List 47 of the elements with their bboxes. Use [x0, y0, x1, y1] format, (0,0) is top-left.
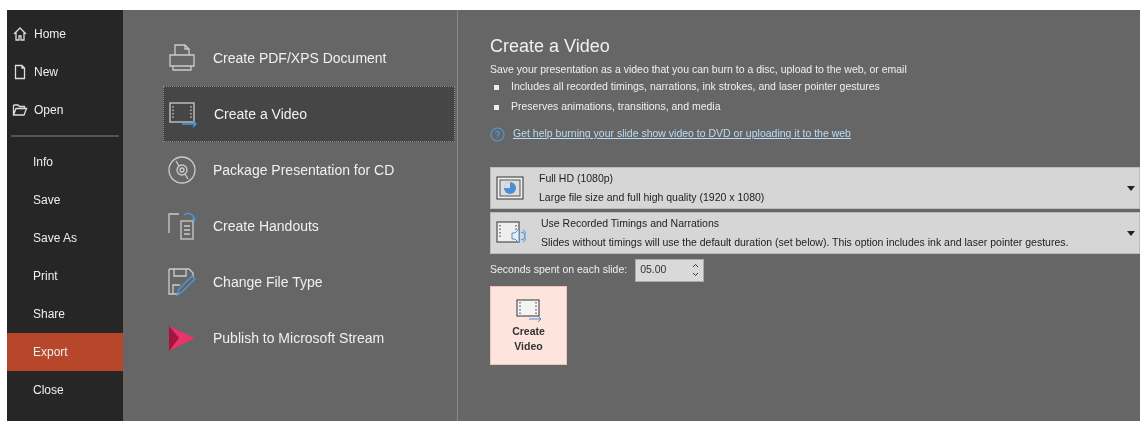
seconds-label: Seconds spent on each slide:: [490, 262, 628, 278]
film-arrow-icon: [514, 297, 543, 322]
seconds-spinner[interactable]: 05.00: [635, 258, 705, 282]
sidebar-item[interactable]: Save: [7, 181, 123, 219]
sidebar-item[interactable]: Open: [7, 91, 123, 129]
monitor-icon: [496, 176, 524, 200]
settings-dropdown[interactable]: Full HD (1080p) Large file size and full high quality (1920 x 1080): [490, 167, 1140, 209]
stream-logo-icon: [167, 323, 197, 353]
dropdown-caret-icon: [1127, 230, 1135, 236]
handout-icon: [167, 211, 197, 241]
panel-title: Create a Video: [490, 35, 611, 57]
export-option[interactable]: Change File Type: [163, 254, 455, 310]
sidebar-item[interactable]: New: [7, 53, 123, 91]
dropdown-subtitle: Large file size and full high quality (1920 x 1080): [539, 190, 766, 205]
export-option[interactable]: Create PDF/XPS Document: [163, 30, 455, 86]
help-icon: [490, 126, 505, 142]
sidebar-item[interactable]: Close: [7, 371, 123, 409]
folder-icon: [12, 102, 28, 118]
dropdown-caret-icon: [1127, 185, 1135, 191]
save-pencil-icon: [167, 267, 197, 297]
film-arrow-icon: [168, 99, 198, 129]
create-video-button[interactable]: Create Video: [490, 286, 567, 365]
disc-icon: [167, 155, 197, 185]
sidebar-item[interactable]: Export: [7, 333, 123, 371]
dropdown-subtitle: Slides without timings will use the default duration (set below). This option includes ink and laser pointer gestures.: [541, 235, 1070, 250]
bullet-icon: [494, 84, 499, 90]
document-icon: [12, 64, 28, 80]
sidebar-item[interactable]: Home: [7, 15, 123, 53]
dropdown-title: Use Recorded Timings and Narrations: [541, 216, 720, 231]
export-option[interactable]: Create a Video: [163, 86, 455, 142]
spinner-arrows-icon: [692, 263, 700, 277]
sidebar-item[interactable]: Print: [7, 257, 123, 295]
settings-dropdown[interactable]: Use Recorded Timings and Narrations Slides without timings will use the default duration (set below). This option includes ink and laser pointer gestures.: [490, 212, 1140, 254]
dropdown-title: Full HD (1080p): [539, 171, 615, 186]
export-option[interactable]: Publish to Microsoft Stream: [163, 310, 455, 366]
export-option[interactable]: Create Handouts: [163, 198, 455, 254]
sidebar-item[interactable]: Share: [7, 295, 123, 333]
bullet-icon: [494, 104, 499, 110]
printer-icon: [167, 43, 197, 73]
bullet-text: Preserves animations, transitions, and media: [511, 99, 721, 115]
help-link[interactable]: Get help burning your slide show video to DVD or uploading it to the web: [513, 126, 851, 142]
description: Save your presentation as a video that you can burn to a disc, upload to the web, or email: [490, 62, 908, 77]
sidebar-item[interactable]: Info: [7, 143, 123, 181]
sidebar-item[interactable]: Save As: [7, 219, 123, 257]
home-icon: [12, 26, 28, 42]
bullet-text: Includes all recorded timings, narrations, ink strokes, and laser pointer gestures: [511, 79, 880, 95]
export-option[interactable]: Package Presentation for CD: [163, 142, 455, 198]
